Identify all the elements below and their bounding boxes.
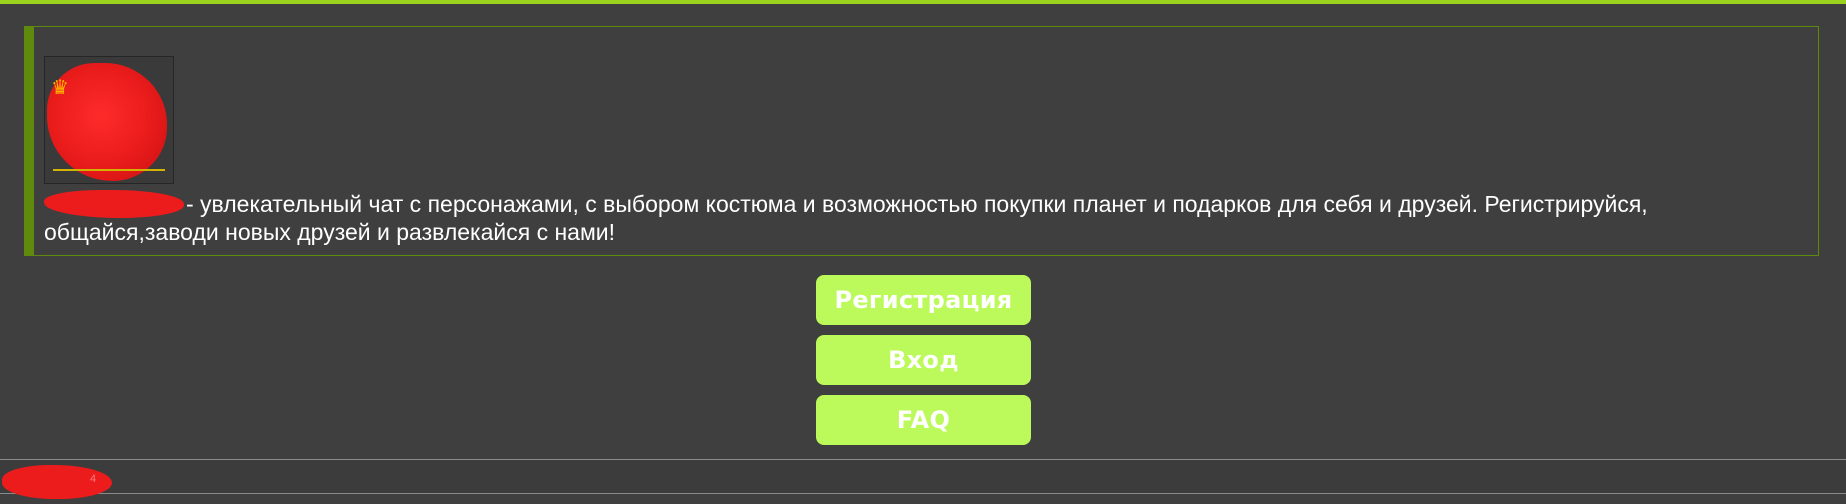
site-logo[interactable]: ♛: [44, 56, 174, 184]
footer-bar: 4: [0, 459, 1846, 499]
register-button[interactable]: Регистрация: [816, 275, 1031, 325]
login-button[interactable]: Вход: [816, 335, 1031, 385]
crown-icon: ♛: [51, 75, 69, 99]
site-description: - увлекательный чат с персонажами, с выб…: [44, 191, 1648, 245]
logo-underline: [53, 169, 165, 171]
footer-text: 4: [90, 473, 97, 485]
top-accent-bar: [0, 0, 1846, 4]
faq-button[interactable]: FAQ: [816, 395, 1031, 445]
